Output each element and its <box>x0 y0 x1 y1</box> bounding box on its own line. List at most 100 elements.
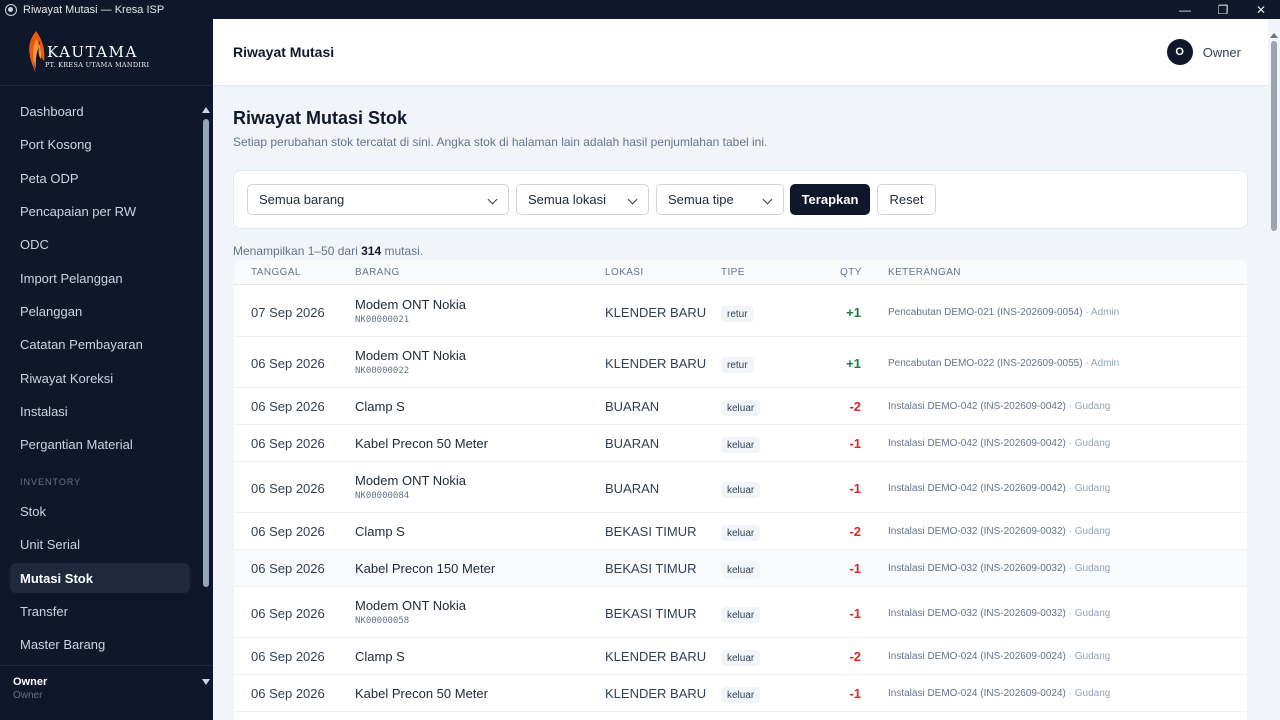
note-text: Instalasi DEMO-042 (INS-202609-0042) <box>888 483 1066 494</box>
top-header: Riwayat Mutasi O Owner <box>213 19 1268 86</box>
sidebar-item-odc[interactable]: ODC <box>10 229 190 259</box>
sidebar-item-import-pelanggan[interactable]: Import Pelanggan <box>10 263 190 293</box>
table-row[interactable]: 06 Sep 2026 Clamp S BUARAN keluar -2 Instalas… <box>234 388 1247 425</box>
item-cell: Clamp S <box>355 524 405 539</box>
note-text: Pencabutan DEMO-021 (INS-202609-0054) <box>888 307 1083 318</box>
table-row[interactable]: 06 Sep 2026 Modem ONT Nokia NK00000058 BEKA… <box>234 587 1247 638</box>
chevron-down-icon <box>627 194 638 205</box>
note-cell: Pencabutan DEMO-021 (INS-202609-0054) · … <box>888 307 1119 318</box>
sidebar-item-catatan-pembayaran[interactable]: Catatan Pembayaran <box>10 329 190 359</box>
sidebar-item-port-kosong[interactable]: Port Kosong <box>10 129 190 159</box>
item-cell: Modem ONT Nokia <box>355 348 467 363</box>
type-badge: keluar <box>721 437 761 453</box>
sidebar-scroll-thumb[interactable] <box>203 119 209 587</box>
brand-tagline: PT. KRESA UTAMA MANDIRI <box>45 61 150 69</box>
scroll-up-icon[interactable] <box>202 107 210 113</box>
qty-cell: -1 <box>849 606 861 621</box>
serial-number: NK00000022 <box>355 366 410 376</box>
sidebar-item-stok[interactable]: Stok <box>10 496 190 526</box>
table-row[interactable]: 07 Sep 2026 Modem ONT Nokia NK00000021 KLEN… <box>234 286 1247 337</box>
note-cell: Pencabutan DEMO-022 (INS-202609-0055) · … <box>888 358 1119 369</box>
type-badge: retur <box>721 306 754 322</box>
sidebar-item-peta-odp[interactable]: Peta ODP <box>10 163 190 193</box>
sidebar-item-dashboard[interactable]: Dashboard <box>10 96 190 126</box>
column-header-date: TANGGAL <box>251 267 301 278</box>
brand-name: KAUTAMA <box>47 43 138 61</box>
table-row[interactable]: 06 Sep 2026 Clamp S KLENDER BARU keluar -2 In… <box>234 638 1247 675</box>
item-cell: Modem ONT Nokia <box>355 598 467 613</box>
table-row[interactable]: 06 Sep 2026 Modem ONT Nokia NK00000022 KLEN… <box>234 337 1247 388</box>
sidebar-nav: Dashboard Port Kosong Peta ODP Pencapaia… <box>0 94 200 664</box>
restore-icon[interactable]: ❐ <box>1204 0 1242 19</box>
qty-cell: -1 <box>849 561 861 576</box>
sidebar-item-riwayat-koreksi[interactable]: Riwayat Koreksi <box>10 363 190 393</box>
date-cell: 06 Sep 2026 <box>251 561 325 576</box>
sidebar-item-mutasi-stok[interactable]: Mutasi Stok <box>10 563 190 593</box>
header-user-name[interactable]: Owner <box>1203 45 1241 60</box>
date-cell: 06 Sep 2026 <box>251 356 325 371</box>
note-text: Instalasi DEMO-042 (INS-202609-0042) <box>888 401 1066 412</box>
table-row[interactable]: 06 Sep 2026 Kabel Precon 150 Meter BEKASI … <box>234 550 1247 587</box>
date-cell: 06 Sep 2026 <box>251 481 325 496</box>
user-menu[interactable]: O Owner <box>1166 39 1241 65</box>
table-row[interactable]: 06 Sep 2026 Clamp S BEKASI TIMUR keluar -2 In… <box>234 513 1247 550</box>
window-title: Riwayat Mutasi — Kresa ISP <box>23 3 165 16</box>
qty-cell: -1 <box>849 481 861 496</box>
date-cell: 06 Sep 2026 <box>251 524 325 539</box>
table-row[interactable]: 06 Sep 2026 Kabel Precon 50 Meter BUARAN ke… <box>234 425 1247 462</box>
window-controls: — ❐ ✕ <box>1166 0 1280 19</box>
sidebar-item-pencapaian-rw[interactable]: Pencapaian per RW <box>10 196 190 226</box>
sidebar-item-transfer[interactable]: Transfer <box>10 596 190 626</box>
table-row[interactable]: 06 Sep 2026 Kabel Precon 50 Meter KLENDER … <box>234 675 1247 712</box>
qty-cell: -2 <box>849 524 861 539</box>
window-title-bar: Riwayat Mutasi — Kresa ISP — ❐ ✕ <box>0 0 1280 19</box>
sidebar-item-unit-serial[interactable]: Unit Serial <box>10 529 190 559</box>
sidebar-item-pelanggan[interactable]: Pelanggan <box>10 296 190 326</box>
avatar[interactable]: O <box>1166 39 1193 65</box>
note-cell: Instalasi DEMO-032 (INS-202609-0032) · G… <box>888 563 1110 574</box>
reset-button[interactable]: Reset <box>877 184 936 215</box>
item-cell: Clamp S <box>355 649 405 664</box>
summary-count: 314 <box>361 244 382 258</box>
date-cell: 06 Sep 2026 <box>251 606 325 621</box>
location-cell: KLENDER BARU <box>605 356 707 371</box>
chevron-down-icon <box>487 194 498 205</box>
item-cell: Kabel Precon 150 Meter <box>355 561 496 576</box>
header-title: Riwayat Mutasi <box>233 44 335 60</box>
table-row[interactable]: 06 Sep 2026 Modem ONT Nokia NK00000084 BUAR… <box>234 462 1247 513</box>
location-filter-select[interactable]: Semua lokasi <box>516 184 649 215</box>
item-filter-select[interactable]: Semua barang <box>247 184 509 215</box>
apply-button[interactable]: Terapkan <box>790 184 870 215</box>
note-text: Instalasi DEMO-042 (INS-202609-0042) <box>888 438 1066 449</box>
note-author: · Gudang <box>1068 688 1111 699</box>
sidebar-item-instalasi[interactable]: Instalasi <box>10 396 190 426</box>
minimize-icon[interactable]: — <box>1166 0 1204 19</box>
sidebar-item-master-barang[interactable]: Master Barang <box>10 629 190 659</box>
type-badge: keluar <box>721 400 761 416</box>
close-icon[interactable]: ✕ <box>1242 0 1280 19</box>
location-cell: KLENDER BARU <box>605 305 707 320</box>
note-text: Instalasi DEMO-032 (INS-202609-0032) <box>888 563 1066 574</box>
main-scroll-thumb[interactable] <box>1271 41 1277 231</box>
note-cell: Instalasi DEMO-042 (INS-202609-0042) · G… <box>888 438 1110 449</box>
date-cell: 06 Sep 2026 <box>251 649 325 664</box>
location-cell: KLENDER BARU <box>605 649 707 664</box>
note-cell: Instalasi DEMO-042 (INS-202609-0042) · G… <box>888 401 1110 412</box>
type-filter-select[interactable]: Semua tipe <box>656 184 784 215</box>
item-filter-value: Semua barang <box>259 192 345 207</box>
type-badge: keluar <box>721 650 761 666</box>
location-filter-value: Semua lokasi <box>528 192 607 207</box>
type-badge: retur <box>721 357 754 373</box>
location-cell: BEKASI TIMUR <box>605 561 697 576</box>
qty-cell: +1 <box>846 356 861 371</box>
main-scrollbar[interactable] <box>1270 33 1278 720</box>
main-content: Riwayat Mutasi O Owner Riwayat Mutasi St… <box>213 19 1280 720</box>
note-cell: Instalasi DEMO-024 (INS-202609-0024) · G… <box>888 651 1110 662</box>
scroll-up-icon[interactable] <box>1270 33 1278 38</box>
sidebar-scrollbar[interactable] <box>201 107 211 685</box>
qty-cell: -2 <box>849 399 861 414</box>
note-author: · Gudang <box>1068 438 1111 449</box>
brand-logo[interactable]: KAUTAMA PT. KRESA UTAMA MANDIRI <box>0 19 213 86</box>
note-cell: Instalasi DEMO-024 (INS-202609-0024) · G… <box>888 688 1110 699</box>
sidebar-item-pergantian-material[interactable]: Pergantian Material <box>10 429 190 459</box>
